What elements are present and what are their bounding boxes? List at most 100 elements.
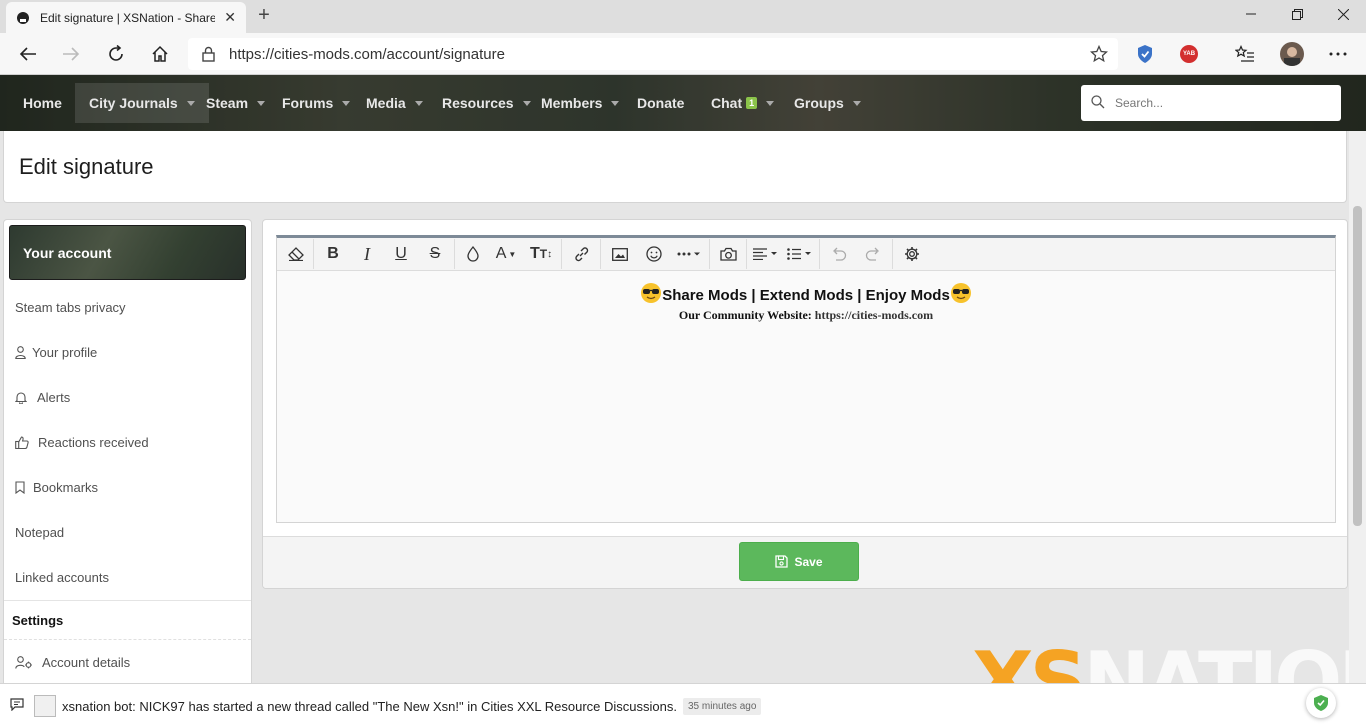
nav-resources[interactable]: Resources (442, 75, 531, 131)
nav-steam[interactable]: Steam (206, 75, 266, 131)
save-button[interactable]: Save (739, 542, 859, 581)
nav-donate[interactable]: Donate (637, 75, 684, 131)
search-placeholder: Search... (1115, 96, 1164, 110)
toolbar-divider (313, 239, 314, 269)
nav-members-label: Members (541, 95, 603, 111)
image-icon[interactable] (603, 239, 637, 269)
favorites-list-icon[interactable] (1233, 42, 1257, 66)
page-scrollbar[interactable] (1349, 131, 1366, 728)
chevron-down-icon[interactable] (766, 100, 775, 106)
tab-close-icon[interactable]: ✕ (224, 9, 236, 26)
nav-chat[interactable]: Chat 1 (711, 75, 775, 131)
toolbar-divider (561, 239, 562, 269)
tab-title: Edit signature | XSNation - Share (40, 10, 215, 25)
nav-resources-label: Resources (442, 95, 514, 111)
home-icon[interactable] (147, 41, 173, 67)
window-close-icon[interactable] (1320, 0, 1366, 28)
chevron-down-icon[interactable] (342, 100, 351, 106)
favorite-star-icon[interactable] (1089, 44, 1109, 66)
signature-editor[interactable]: B I U S A ▼ T T ↕ Share Mods | Extend Mo… (276, 235, 1336, 523)
form-footer: Save (263, 536, 1347, 588)
browser-tab[interactable]: Edit signature | XSNation - Share ✕ (6, 2, 246, 33)
sidebar-header[interactable]: Your account (9, 225, 246, 280)
chevron-down-icon[interactable] (186, 100, 195, 106)
nav-members[interactable]: Members (541, 75, 620, 131)
editor-content[interactable]: Share Mods | Extend Mods | Enjoy Mods Ou… (277, 271, 1335, 323)
align-icon[interactable] (749, 239, 783, 269)
sidebar-item-label: Notepad (15, 525, 65, 540)
chevron-down-icon[interactable] (522, 100, 531, 106)
nav-forums-label: Forums (282, 95, 334, 111)
toolbar-divider (746, 239, 747, 269)
sidebar-item-your-profile[interactable]: Your profile (4, 330, 251, 375)
chevron-down-icon[interactable] (414, 100, 423, 106)
link-icon[interactable] (564, 239, 598, 269)
nav-groups[interactable]: Groups (794, 75, 861, 131)
underline-icon[interactable]: U (384, 239, 418, 269)
nav-city-journals[interactable]: City Journals (75, 83, 209, 123)
nav-chat-label: Chat (711, 95, 743, 111)
font-family-icon[interactable]: A ▼ (489, 239, 523, 269)
settings-gear-icon[interactable] (895, 239, 929, 269)
yab-extension-icon[interactable]: YAB (1177, 42, 1201, 66)
undo-icon[interactable] (822, 239, 856, 269)
more-menu-icon[interactable] (1326, 42, 1350, 66)
restore-icon[interactable] (1274, 0, 1320, 28)
url-text: https://cities-mods.com/account/signatur… (229, 45, 505, 63)
list-icon[interactable] (783, 239, 817, 269)
sidebar-item-label: Alerts (37, 390, 71, 405)
save-button-label: Save (794, 554, 823, 569)
nav-media[interactable]: Media (366, 75, 423, 131)
font-size-icon[interactable]: T T ↕ (523, 239, 559, 269)
search-input[interactable]: Search... (1081, 85, 1341, 121)
scrollbar-thumb[interactable] (1353, 206, 1362, 526)
nav-home[interactable]: Home (23, 75, 62, 131)
verified-shield-icon[interactable] (1306, 688, 1336, 718)
more-options-icon[interactable] (671, 239, 707, 269)
sidebar-item-alerts[interactable]: Alerts (4, 375, 251, 420)
eraser-icon[interactable] (281, 239, 311, 269)
nav-groups-label: Groups (794, 95, 844, 111)
signature-form: B I U S A ▼ T T ↕ Share Mods | Extend Mo… (262, 219, 1348, 589)
save-icon (775, 555, 789, 568)
sidebar-section-settings: Settings (4, 600, 251, 640)
lock-icon (202, 46, 215, 62)
thumbs-up-icon (15, 436, 29, 449)
refresh-icon[interactable] (103, 41, 129, 67)
sidebar-item-label: Your profile (32, 345, 98, 360)
sunglasses-emoji-icon (950, 283, 971, 303)
extension-badge-label: YAB (1182, 51, 1196, 57)
sidebar-item-reactions-received[interactable]: Reactions received (4, 420, 251, 465)
new-tab-icon[interactable]: + (254, 4, 274, 27)
italic-icon[interactable]: I (350, 239, 384, 269)
minimize-icon[interactable] (1228, 0, 1274, 28)
profile-avatar[interactable] (1280, 42, 1304, 66)
text-color-icon[interactable] (457, 239, 489, 269)
sidebar-item-account-details[interactable]: Account details (4, 640, 251, 685)
chevron-down-icon[interactable] (611, 100, 620, 106)
sidebar-item-steam-tabs-privacy[interactable]: Steam tabs privacy (4, 285, 251, 330)
nav-forums[interactable]: Forums (282, 75, 351, 131)
signature-website-line: Our Community Website: https://cities-mo… (277, 308, 1335, 323)
site-navigation: Home City Journals Steam Forums Media Re… (0, 75, 1366, 131)
signature-tagline: Share Mods | Extend Mods | Enjoy Mods (277, 282, 1335, 304)
camera-icon[interactable] (712, 239, 744, 269)
strikethrough-icon[interactable]: S (418, 239, 452, 269)
notification-bar[interactable]: xsnation bot: NICK97 has started a new t… (0, 683, 1366, 728)
address-bar[interactable]: https://cities-mods.com/account/signatur… (188, 38, 1118, 70)
bold-icon[interactable]: B (316, 239, 350, 269)
emoji-icon[interactable] (637, 239, 671, 269)
website-link[interactable]: https://cities-mods.com (815, 308, 933, 322)
chevron-down-icon[interactable] (852, 100, 861, 106)
shield-extension-icon[interactable] (1133, 42, 1157, 66)
forward-icon[interactable] (58, 41, 84, 67)
sidebar-section-label: Settings (12, 612, 64, 628)
sidebar-item-linked-accounts[interactable]: Linked accounts (4, 555, 251, 600)
sidebar-item-bookmarks[interactable]: Bookmarks (4, 465, 251, 510)
back-icon[interactable] (15, 41, 41, 67)
browser-toolbar: https://cities-mods.com/account/signatur… (0, 33, 1366, 75)
redo-icon[interactable] (856, 239, 890, 269)
sidebar-header-label: Your account (23, 244, 112, 261)
sidebar-item-notepad[interactable]: Notepad (4, 510, 251, 555)
chevron-down-icon[interactable] (257, 100, 266, 106)
